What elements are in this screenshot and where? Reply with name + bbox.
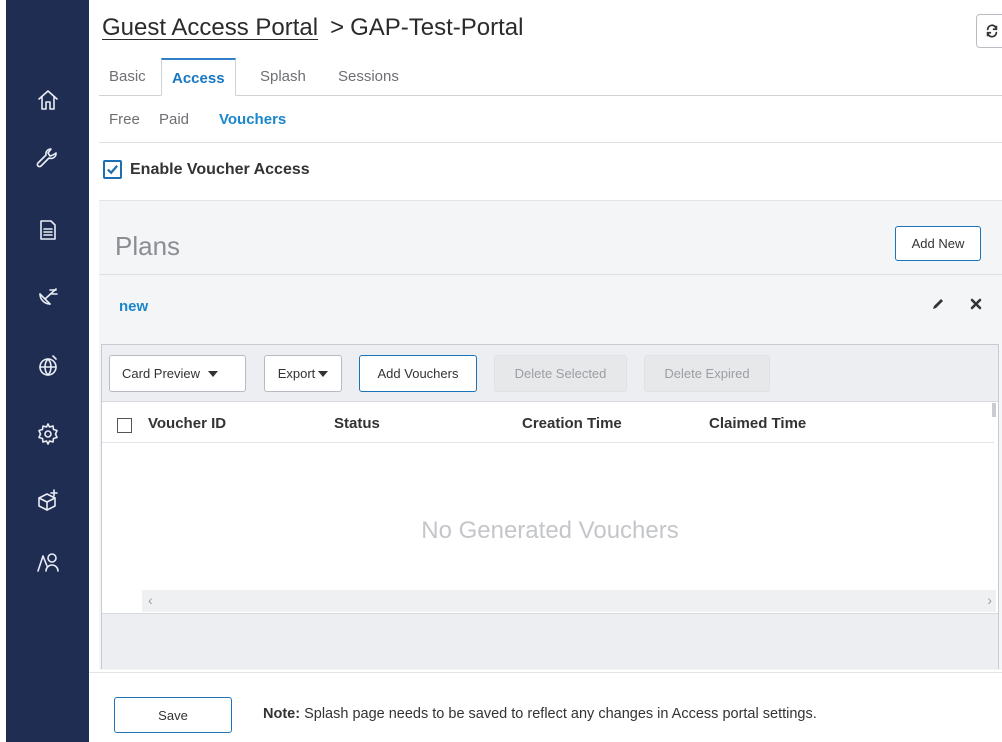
card-preview-label: Card Preview (122, 366, 201, 381)
left-nav (0, 0, 89, 742)
satellite-icon[interactable] (30, 282, 66, 314)
users-icon[interactable] (30, 546, 66, 578)
save-button[interactable]: Save (114, 697, 232, 733)
report-icon[interactable] (30, 214, 66, 246)
main-content: Guest Access Portal > GAP-Test-Portal Basi… (89, 0, 1002, 742)
checkmark-icon (107, 165, 118, 175)
access-subtabs: Free Paid Vouchers (99, 97, 1002, 143)
empty-vouchers-message: No Generated Vouchers (421, 517, 679, 544)
column-status[interactable]: Status (334, 415, 380, 432)
portal-tabs: Basic Access Splash Sessions (99, 58, 1002, 96)
note-text: Splash page needs to be saved to reflect… (304, 706, 817, 722)
select-all-checkbox[interactable] (117, 418, 132, 433)
bottom-bar: Save Note: Splash page needs to be saved… (89, 672, 1002, 742)
plan-name-link[interactable]: new (119, 298, 148, 315)
horizontal-scrollbar[interactable]: ‹ › (142, 590, 996, 612)
subtab-free[interactable]: Free (109, 111, 140, 128)
note-label: Note: (263, 706, 301, 722)
subtab-paid[interactable]: Paid (159, 111, 189, 128)
export-dropdown[interactable]: Export (264, 355, 342, 392)
plans-title: Plans (115, 231, 181, 261)
chevron-down-icon (318, 370, 329, 377)
breadcrumb-separator: > (330, 14, 345, 41)
enable-voucher-access[interactable]: Enable Voucher Access (103, 160, 310, 179)
vertical-scrollbar[interactable] (992, 403, 996, 417)
delete-expired-button[interactable]: Delete Expired (644, 355, 770, 392)
voucher-table-box: Card Preview Export Add Vouchers Delete … (101, 344, 999, 669)
home-icon[interactable] (30, 84, 66, 116)
refresh-icon (986, 24, 998, 38)
add-vouchers-button[interactable]: Add Vouchers (359, 355, 477, 392)
voucher-table-header: Voucher ID Status Creation Time Claimed … (102, 403, 994, 443)
nav-edge (0, 0, 6, 742)
column-voucher-id[interactable]: Voucher ID (148, 415, 226, 432)
pencil-icon[interactable] (927, 293, 949, 315)
chevron-down-icon (208, 370, 219, 377)
breadcrumb: Guest Access Portal > GAP-Test-Portal (102, 14, 524, 42)
breadcrumb-current: GAP-Test-Portal (350, 14, 524, 41)
breadcrumb-root-link[interactable]: Guest Access Portal (102, 14, 318, 41)
delete-selected-button[interactable]: Delete Selected (494, 355, 627, 392)
refresh-button[interactable] (976, 14, 1002, 48)
plans-panel: Plans Add New new Card Preview Export Ad… (99, 200, 1002, 670)
tab-access[interactable]: Access (161, 58, 236, 96)
wrench-icon[interactable] (30, 144, 66, 176)
enable-voucher-label: Enable Voucher Access (130, 160, 310, 178)
subtab-vouchers[interactable]: Vouchers (219, 111, 286, 128)
scroll-left-icon[interactable]: ‹ (148, 592, 153, 608)
plans-header: Plans Add New (99, 201, 1002, 275)
voucher-table-footer (102, 613, 998, 669)
scroll-right-icon[interactable]: › (987, 592, 992, 608)
export-label: Export (277, 366, 316, 381)
close-icon[interactable] (965, 293, 987, 315)
plan-row: new (99, 276, 1002, 342)
voucher-toolbar: Card Preview Export Add Vouchers Delete … (102, 345, 998, 402)
box-add-icon[interactable] (30, 485, 66, 517)
enable-voucher-checkbox[interactable] (103, 160, 122, 179)
add-new-plan-button[interactable]: Add New (895, 226, 981, 261)
gear-icon[interactable] (30, 418, 66, 450)
tab-splash[interactable]: Splash (250, 58, 316, 96)
column-creation-time[interactable]: Creation Time (522, 415, 622, 432)
save-note: Note: Splash page needs to be saved to r… (263, 706, 817, 722)
tab-basic[interactable]: Basic (99, 58, 156, 96)
globe-icon[interactable] (30, 350, 66, 382)
column-claimed-time[interactable]: Claimed Time (709, 415, 806, 432)
card-preview-dropdown[interactable]: Card Preview (109, 355, 246, 392)
tab-sessions[interactable]: Sessions (328, 58, 409, 96)
